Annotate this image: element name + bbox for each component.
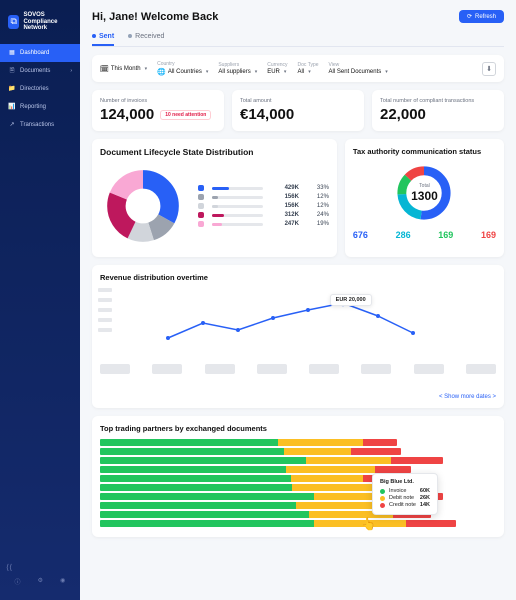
user-icon[interactable]: ◉ <box>60 577 65 586</box>
filter-suppliers[interactable]: Suppliers All suppliers <box>218 62 257 75</box>
revenue-card: Revenue distribution overtime EUR 20,000… <box>92 265 504 408</box>
sidebar-item-directories[interactable]: 📁Directories <box>0 80 80 98</box>
partners-card: Top trading partners by exchanged docume… <box>92 416 504 537</box>
brand: ⧉ SOVOS Compliance Network <box>0 8 80 36</box>
lifecycle-card: Document Lifecycle State Distribution 42… <box>92 139 337 257</box>
nav: ▦Dashboard🗎Documents›📁Directories📊Report… <box>0 44 80 134</box>
stat-amount: Total amount €14,000 <box>232 90 364 131</box>
main: Hi, Jane! Welcome Back ⟳ Refresh Sent Re… <box>80 0 516 600</box>
info-icon[interactable]: ⓘ <box>15 577 21 586</box>
download-button[interactable]: ⬇ <box>482 62 496 76</box>
brand-logo-icon: ⧉ <box>8 15 19 29</box>
partner-row[interactable] <box>100 475 415 482</box>
tabs: Sent Received <box>92 29 504 47</box>
tax-card: Tax authority communication status Total… <box>345 139 504 257</box>
expand-icon[interactable]: ⟨⟨ <box>6 563 12 572</box>
nav-icon: 🗎 <box>8 67 16 75</box>
filter-country[interactable]: Country 🌐All Countries <box>157 61 208 76</box>
nav-icon: ▦ <box>8 49 16 57</box>
partner-row[interactable] <box>100 448 401 455</box>
tab-received[interactable]: Received <box>128 29 164 46</box>
stat-compliant: Total number of compliant transactions 2… <box>372 90 504 131</box>
partner-row[interactable] <box>100 466 411 473</box>
nav-icon: ↗ <box>8 121 16 129</box>
filters: 🗓This Month Country 🌐All Countries Suppl… <box>92 55 504 82</box>
settings-icon[interactable]: ⚙ <box>38 577 43 586</box>
partner-row[interactable] <box>100 439 397 446</box>
filter-view[interactable]: View All Sent Documents <box>329 62 388 75</box>
partner-row[interactable] <box>100 457 443 464</box>
partner-row[interactable] <box>100 520 456 527</box>
page-title: Hi, Jane! Welcome Back <box>92 11 218 23</box>
lifecycle-donut <box>100 163 186 249</box>
brand-text: SOVOS Compliance Network <box>23 12 72 32</box>
sidebar-item-dashboard[interactable]: ▦Dashboard <box>0 44 80 62</box>
show-more-dates[interactable]: < Show more dates > <box>100 394 496 400</box>
cursor-icon: 👆 <box>361 517 376 531</box>
nav-icon: 📊 <box>8 103 16 111</box>
calendar-icon: 🗓 <box>100 65 109 73</box>
partner-tooltip: Big Blue Ltd. Invoice60KDebit note26KCre… <box>372 473 438 515</box>
nav-icon: 📁 <box>8 85 16 93</box>
revenue-line-chart <box>100 288 496 358</box>
sidebar-item-reporting[interactable]: 📊Reporting <box>0 98 80 116</box>
sidebar-footer: ⓘ ⚙ ◉ <box>0 571 80 592</box>
sidebar: ⧉ SOVOS Compliance Network ▦Dashboard🗎Do… <box>0 0 80 600</box>
chart-tooltip: EUR 20,000 <box>330 294 372 306</box>
filter-currency[interactable]: Currency EUR <box>267 62 287 75</box>
tab-sent[interactable]: Sent <box>92 29 114 46</box>
refresh-icon: ⟳ <box>467 13 472 20</box>
filter-period[interactable]: 🗓This Month <box>100 65 147 73</box>
refresh-button[interactable]: ⟳ Refresh <box>459 10 504 23</box>
stat-invoices: Number of invoices 124,00010 need attent… <box>92 90 224 131</box>
attention-badge[interactable]: 10 need attention <box>160 110 211 120</box>
filter-doctype[interactable]: Doc Type All <box>298 62 319 75</box>
sidebar-item-documents[interactable]: 🗎Documents› <box>0 62 80 80</box>
sidebar-item-transactions[interactable]: ↗Transactions <box>0 116 80 134</box>
globe-icon: 🌐 <box>157 68 166 76</box>
